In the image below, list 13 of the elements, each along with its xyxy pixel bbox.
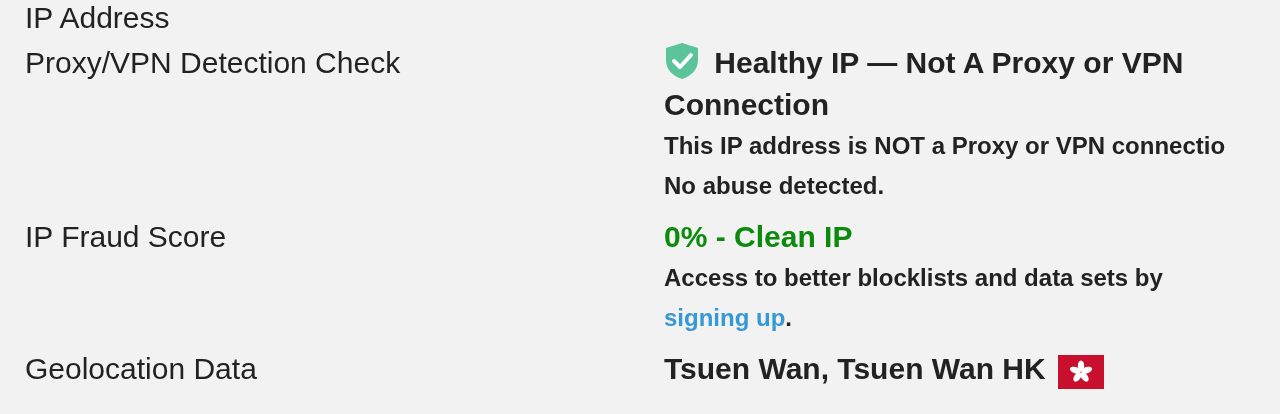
location-text: Tsuen Wan, Tsuen Wan HK	[664, 351, 1046, 387]
fraud-score: 0% - Clean IP	[664, 219, 854, 255]
field-label: IP Fraud Score	[25, 219, 228, 255]
field-label: Geolocation Data	[25, 351, 258, 387]
flag-icon	[1057, 355, 1104, 389]
status-title: Healthy IP — Not A Proxy or VPN Connection	[664, 42, 1280, 126]
field-label: Proxy/VPN Detection Check	[25, 45, 402, 81]
field-label: IP Address	[25, 0, 171, 36]
signup-prompt: Access to better blocklists and data sets by signing up.	[664, 263, 1164, 333]
shield-check-icon	[664, 42, 700, 80]
status-note: This IP address is NOT a Proxy or VPN connectio	[664, 131, 1227, 161]
signup-link[interactable]: signing up	[664, 304, 786, 331]
status-note: No abuse detected.	[664, 171, 886, 201]
